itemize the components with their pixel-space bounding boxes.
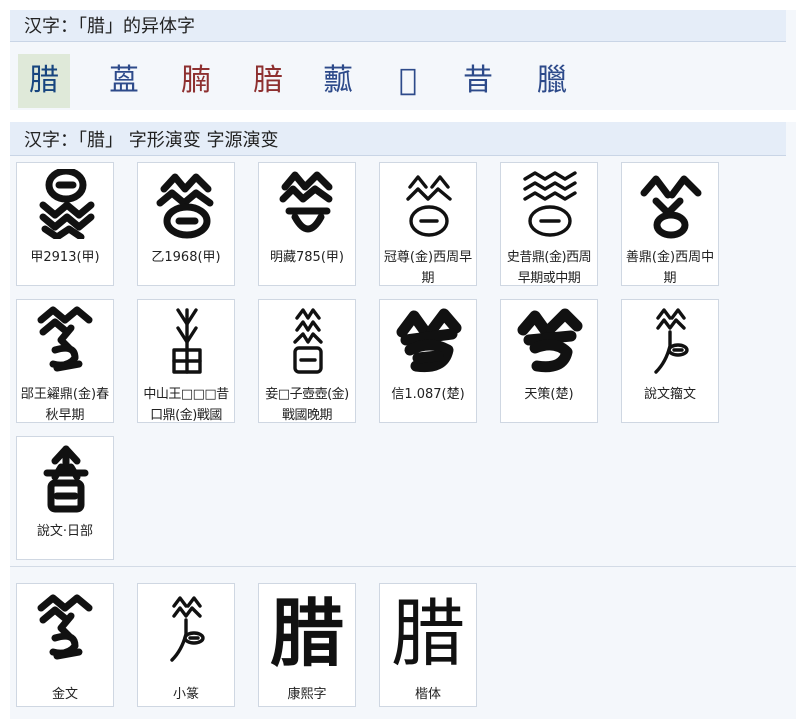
chu-glyph-2 [517, 308, 583, 373]
variant-char[interactable]: 𦓤 [382, 54, 434, 108]
tile-label: 金文 [51, 687, 78, 702]
jinwen-glyph [37, 594, 93, 660]
evolution-panel: 汉字：「腊」 字形演变 字源演变 甲2913(甲) 乙1968(甲) 明藏785… [10, 122, 796, 719]
glyph-tile[interactable]: 甲2913(甲) [16, 162, 114, 286]
glyph-tile[interactable]: 史昔鼎(金)西周早期或中期 [500, 162, 598, 286]
glyph-tile[interactable]: 妾□子壺壺(金)戰國晚期 [258, 299, 356, 423]
tile-label: 甲2913(甲) [30, 250, 100, 265]
tile-label: 史昔鼎(金)西周早期或中期 [506, 250, 592, 286]
chu-glyph-1 [396, 308, 462, 373]
tile-label: 楷体 [414, 687, 441, 702]
bronze-glyph-6 [293, 308, 323, 374]
variant-char[interactable]: 腩 [170, 54, 222, 108]
kangxi-char: 腊 [270, 591, 344, 677]
bronze-glyph-3 [640, 175, 702, 239]
tile-label: 冠尊(金)西周早期 [383, 250, 473, 286]
section-divider [10, 566, 796, 567]
shuowen-ri-glyph [43, 445, 89, 513]
variant-char[interactable]: 腤 [242, 54, 294, 108]
tile-label: 中山王□□□昔口鼎(金)戰國 [143, 387, 229, 423]
oracle-glyph-3 [279, 171, 333, 233]
glyph-tile[interactable]: 說文·日部 [16, 436, 114, 560]
glyph-tile[interactable]: 中山王□□□昔口鼎(金)戰國 [137, 299, 235, 423]
tile-label: 說文籀文 [643, 387, 696, 402]
variant-char[interactable]: 臘 [526, 54, 578, 108]
glyph-tile[interactable]: 郘王糴鼎(金)春秋早期 [16, 299, 114, 423]
evolution-title: 汉字：「腊」 字形演变 字源演变 [10, 122, 786, 156]
bronze-glyph-2 [523, 171, 577, 237]
glyph-tile[interactable]: 信1.087(楚) [379, 299, 477, 423]
variant-char[interactable]: 䕯 [312, 54, 364, 108]
variant-char[interactable]: 腊 [18, 54, 70, 108]
tile-label: 明藏785(甲) [270, 250, 344, 265]
tile-label: 善鼎(金)西周中期 [625, 250, 715, 286]
glyph-tile[interactable]: 乙1968(甲) [137, 162, 235, 286]
glyph-tile[interactable]: 小篆 [137, 583, 235, 707]
glyph-tile[interactable]: 冠尊(金)西周早期 [379, 162, 477, 286]
tile-label: 妾□子壺壺(金)戰國晚期 [265, 387, 349, 423]
glyph-tile[interactable]: 說文籀文 [621, 299, 719, 423]
bronze-glyph-1 [406, 175, 452, 237]
variants-title: 汉字：「腊」的异体字 [10, 10, 786, 42]
tile-label: 乙1968(甲) [151, 250, 221, 265]
tile-label: 郘王糴鼎(金)春秋早期 [20, 387, 110, 423]
oracle-glyph-2 [156, 173, 214, 239]
bronze-glyph-4 [37, 306, 93, 372]
glyph-tile[interactable]: 明藏785(甲) [258, 162, 356, 286]
seal-glyph [170, 596, 205, 662]
tile-label: 天策(楚) [524, 387, 574, 402]
tile-label: 康熙字 [287, 687, 327, 702]
bronze-glyph-5 [172, 308, 202, 374]
glyph-tile[interactable]: 善鼎(金)西周中期 [621, 162, 719, 286]
glyph-tile[interactable]: 天策(楚) [500, 299, 598, 423]
oracle-glyph-1 [39, 169, 95, 239]
glyph-tile[interactable]: 金文 [16, 583, 114, 707]
glyph-tile[interactable]: 腊 康熙字 [258, 583, 356, 707]
variants-panel: 汉字：「腊」的异体字 腊 蒕 腩 腤 䕯 𦓤 昔 臘 [10, 10, 796, 110]
variant-char[interactable]: 蒕 [98, 54, 150, 108]
glyph-tile[interactable]: 腊 楷体 [379, 583, 477, 707]
kaiti-char: 腊 [391, 591, 465, 677]
tile-label: 小篆 [172, 687, 199, 702]
shuowen-zhouwen-glyph [654, 308, 689, 374]
variant-char[interactable]: 昔 [452, 54, 504, 108]
tile-label: 信1.087(楚) [391, 387, 465, 402]
tile-label: 說文·日部 [36, 524, 94, 539]
